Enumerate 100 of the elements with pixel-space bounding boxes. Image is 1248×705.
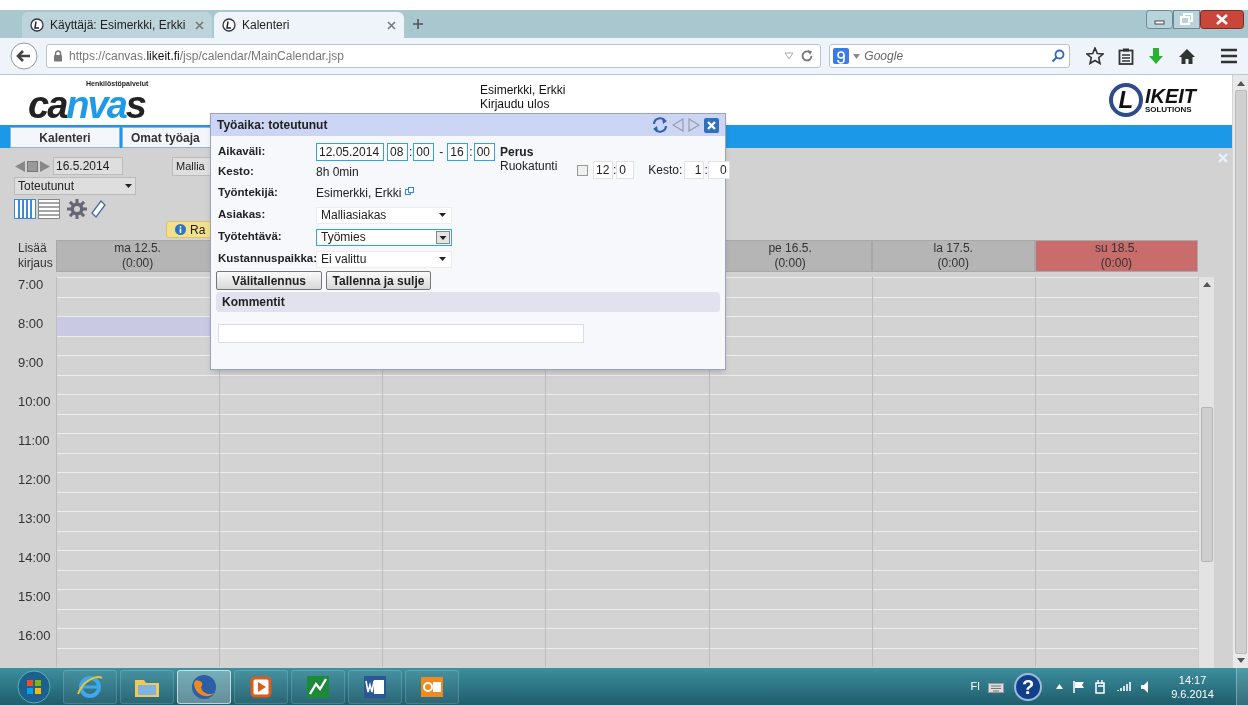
- checkbox[interactable]: [577, 164, 588, 176]
- scroll-up-icon[interactable]: [1236, 80, 1245, 86]
- speaker-icon[interactable]: [1141, 680, 1150, 693]
- scroll-down-icon[interactable]: [1236, 658, 1245, 664]
- close-icon[interactable]: [1200, 10, 1244, 30]
- scroll-up-icon[interactable]: [1202, 281, 1211, 287]
- next-icon[interactable]: [40, 160, 51, 172]
- logout-link[interactable]: Kirjaudu ulos: [480, 97, 566, 111]
- mode-dropdown[interactable]: Toteutunut: [14, 177, 136, 195]
- search-engine-icon[interactable]: [833, 48, 850, 64]
- language-indicator[interactable]: FI: [970, 678, 981, 695]
- select-field[interactable]: Ei valittu: [316, 250, 452, 268]
- mail-icon[interactable]: [405, 669, 459, 704]
- time-separator: :: [408, 144, 414, 161]
- hour-label: 16:00: [17, 627, 52, 645]
- field-label: Asiakas:: [218, 207, 267, 223]
- home-icon[interactable]: [1178, 47, 1196, 65]
- duration-value: 8h 0min: [316, 164, 359, 181]
- scrollbar-thumb[interactable]: [1200, 407, 1213, 562]
- hour-label: 14:00: [17, 549, 52, 567]
- signal-icon[interactable]: [1117, 681, 1132, 692]
- next-icon[interactable]: [688, 118, 700, 132]
- restore-icon[interactable]: [1173, 10, 1200, 30]
- day-header[interactable]: su 18.5. (0:00): [1034, 240, 1198, 272]
- hour-label: 7:00: [17, 276, 45, 294]
- start-button[interactable]: [17, 669, 51, 704]
- site-icon: [30, 18, 44, 32]
- scrollbar-thumb[interactable]: [1234, 90, 1247, 654]
- new-tab-icon[interactable]: [412, 18, 424, 30]
- help-button[interactable]: ?: [1014, 672, 1043, 701]
- browser-icon[interactable]: [177, 669, 231, 704]
- list-view-icon[interactable]: [38, 199, 60, 219]
- address-field[interactable]: https://canvas.likeit.fi/jsp/calendar/MainCalendar.jsp: [46, 44, 822, 68]
- previous-icon[interactable]: [14, 160, 25, 172]
- download-icon[interactable]: [1148, 47, 1164, 65]
- comment-field[interactable]: [218, 324, 584, 343]
- folder-icon[interactable]: [120, 669, 174, 704]
- previous-icon[interactable]: [672, 118, 684, 132]
- chart-icon[interactable]: [291, 669, 345, 704]
- info-icon: [175, 224, 186, 235]
- browser-icon[interactable]: [63, 669, 117, 704]
- reload-icon[interactable]: [800, 49, 815, 63]
- caret-icon: [439, 257, 446, 261]
- caret-icon[interactable]: [853, 53, 861, 59]
- media-player-icon[interactable]: [234, 669, 288, 704]
- hour-label: 9:00: [17, 354, 45, 372]
- close-icon[interactable]: [704, 117, 719, 133]
- hour-label: 12:00: [17, 471, 52, 489]
- select-field[interactable]: Työmies: [316, 228, 452, 246]
- search-field[interactable]: Google: [829, 44, 1070, 68]
- show-hidden-icon[interactable]: [1056, 684, 1064, 689]
- hour-label: 13:00: [17, 510, 52, 528]
- back-icon[interactable]: [10, 42, 38, 70]
- flag-icon[interactable]: [1073, 680, 1086, 693]
- dialog-button[interactable]: Tallenna ja sulje: [326, 271, 431, 290]
- scrollbar[interactable]: [1198, 277, 1214, 668]
- minimize-icon[interactable]: [1146, 10, 1173, 30]
- today-icon[interactable]: [27, 160, 38, 172]
- eraser-icon[interactable]: [90, 200, 106, 218]
- browser-tab[interactable]: Käyttäjä: Esimerkki, Erkki: [22, 12, 212, 38]
- minute-field[interactable]: 0: [707, 161, 730, 179]
- menu-icon[interactable]: [1220, 48, 1238, 64]
- hour-field[interactable]: 16: [447, 143, 469, 161]
- date-field[interactable]: 16.5.2014: [53, 157, 123, 175]
- close-icon[interactable]: [387, 20, 396, 30]
- user-name: Esimerkki, Erkki: [480, 83, 566, 97]
- power-icon[interactable]: [1095, 679, 1108, 694]
- time-separator: :: [468, 144, 474, 161]
- section-heading: Perus: [500, 144, 535, 161]
- search-icon[interactable]: [1051, 49, 1065, 63]
- minute-field[interactable]: 00: [473, 143, 495, 161]
- lunch-label: Ruokatunti: [500, 158, 559, 175]
- range-dash: -: [439, 144, 444, 161]
- date-field[interactable]: 12.05.2014: [316, 143, 384, 161]
- day-header[interactable]: la 17.5. (0:00): [871, 240, 1035, 272]
- hour-field[interactable]: 12: [593, 161, 613, 179]
- minute-field[interactable]: 00: [413, 143, 435, 161]
- minute-field[interactable]: 0: [616, 161, 635, 179]
- star-icon[interactable]: [1086, 47, 1104, 65]
- external-link-icon[interactable]: [405, 187, 415, 195]
- dialog-button[interactable]: Välitallennus: [216, 271, 322, 290]
- hour-label: 11:00: [17, 432, 51, 450]
- add-entry-link[interactable]: Lisää kirjaus: [14, 240, 56, 272]
- document-icon[interactable]: [348, 669, 402, 704]
- clock[interactable]: 14:17 9.6.2014: [1171, 672, 1214, 701]
- dropdown-button[interactable]: [436, 230, 450, 244]
- menu-tab[interactable]: Kalenteri: [10, 127, 120, 148]
- hour-label: 8:00: [17, 315, 45, 333]
- browser-tab[interactable]: Kalenteri: [214, 12, 404, 38]
- reading-list-icon[interactable]: [1118, 47, 1134, 65]
- scrollbar[interactable]: [1232, 75, 1248, 668]
- refresh-icon[interactable]: [652, 117, 668, 133]
- employee-name: Esimerkki, Erkki: [316, 185, 402, 202]
- week-view-icon[interactable]: [14, 199, 36, 219]
- select-field[interactable]: Malliasiakas: [316, 206, 452, 224]
- hour-field[interactable]: 1: [684, 161, 705, 179]
- field-label: Kesto:: [218, 164, 255, 180]
- hour-field[interactable]: 08: [387, 143, 408, 161]
- dropdown-icon[interactable]: [784, 52, 795, 60]
- keyboard-icon[interactable]: [988, 680, 1005, 693]
